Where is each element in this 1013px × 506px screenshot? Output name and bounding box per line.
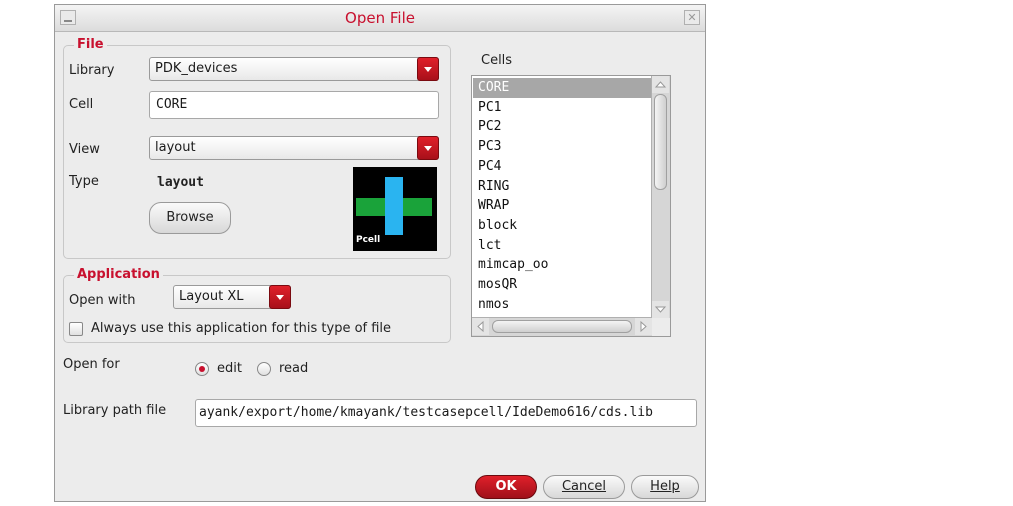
open-for-label: Open for bbox=[63, 357, 120, 372]
library-path-field[interactable]: ayank/export/home/kmayank/testcasepcell/… bbox=[195, 399, 697, 427]
ok-button[interactable]: OK bbox=[475, 475, 537, 499]
cells-label: Cells bbox=[481, 53, 513, 68]
pcell-preview: Pcell bbox=[353, 167, 437, 251]
window-title: Open File bbox=[345, 9, 415, 27]
list-item[interactable]: lct bbox=[473, 236, 651, 256]
list-item[interactable]: WRAP bbox=[473, 196, 651, 216]
vertical-scrollbar[interactable] bbox=[651, 76, 670, 318]
library-select[interactable]: PDK_devices bbox=[149, 57, 439, 81]
horizontal-scroll-thumb[interactable] bbox=[492, 320, 632, 333]
list-item[interactable]: mosQR bbox=[473, 275, 651, 295]
type-label: Type bbox=[69, 174, 99, 189]
help-label: Help bbox=[650, 479, 680, 494]
title-bar: Open File ✕ bbox=[55, 5, 705, 32]
edit-radio[interactable] bbox=[195, 362, 209, 376]
application-group-legend: Application bbox=[74, 267, 163, 282]
list-item[interactable]: block bbox=[473, 216, 651, 236]
list-item[interactable]: PC1 bbox=[473, 98, 651, 118]
list-item[interactable]: PC2 bbox=[473, 117, 651, 137]
cell-value: CORE bbox=[156, 97, 188, 112]
open-file-dialog: Open File ✕ File Library PDK_devices Cel… bbox=[54, 4, 706, 502]
scroll-left-icon[interactable] bbox=[472, 318, 489, 335]
read-radio[interactable] bbox=[257, 362, 271, 376]
vertical-scroll-thumb[interactable] bbox=[654, 94, 667, 190]
horizontal-scrollbar[interactable] bbox=[472, 317, 652, 336]
list-item[interactable]: CORE bbox=[473, 78, 651, 98]
type-value: layout bbox=[157, 175, 204, 190]
open-with-label: Open with bbox=[69, 293, 136, 308]
pcell-gate-shape bbox=[385, 177, 403, 235]
chevron-down-icon[interactable] bbox=[417, 136, 439, 160]
ok-label: OK bbox=[495, 479, 517, 494]
cell-input[interactable]: CORE bbox=[149, 91, 439, 119]
library-label: Library bbox=[69, 63, 115, 78]
chevron-down-icon[interactable] bbox=[417, 57, 439, 81]
scroll-down-icon[interactable] bbox=[652, 301, 669, 318]
chevron-down-icon[interactable] bbox=[269, 285, 291, 309]
always-use-label: Always use this application for this typ… bbox=[91, 321, 392, 336]
edit-radio-label: edit bbox=[217, 361, 242, 376]
cancel-button[interactable]: Cancel bbox=[543, 475, 625, 499]
cancel-label: Cancel bbox=[561, 479, 607, 494]
list-item[interactable]: nmos bbox=[473, 295, 651, 315]
read-radio-label: read bbox=[279, 361, 309, 376]
cells-list[interactable]: CORE PC1 PC2 PC3 PC4 RING WRAP block lct mimcap_o… bbox=[471, 75, 671, 337]
list-item[interactable]: PC4 bbox=[473, 157, 651, 177]
library-path-value: ayank/export/home/kmayank/testcasepcell/… bbox=[199, 405, 653, 420]
close-icon[interactable]: ✕ bbox=[684, 10, 700, 25]
open-with-value: Layout XL bbox=[179, 289, 244, 304]
list-item[interactable]: PC3 bbox=[473, 137, 651, 157]
library-path-label: Library path file bbox=[63, 403, 167, 418]
view-label: View bbox=[69, 142, 100, 157]
file-group-legend: File bbox=[74, 37, 107, 52]
always-use-checkbox[interactable] bbox=[69, 322, 83, 336]
view-select[interactable]: layout bbox=[149, 136, 439, 160]
pcell-label: Pcell bbox=[356, 235, 381, 245]
list-item[interactable]: mimcap_oo bbox=[473, 255, 651, 275]
browse-label: Browse bbox=[166, 210, 214, 225]
open-with-select[interactable]: Layout XL bbox=[173, 285, 291, 309]
browse-button[interactable]: Browse bbox=[149, 202, 231, 234]
list-item[interactable]: RING bbox=[473, 177, 651, 197]
library-value: PDK_devices bbox=[155, 61, 238, 76]
scroll-right-icon[interactable] bbox=[635, 318, 652, 335]
scroll-up-icon[interactable] bbox=[652, 76, 669, 93]
cell-label: Cell bbox=[69, 97, 94, 112]
help-button[interactable]: Help bbox=[631, 475, 699, 499]
scroll-corner bbox=[652, 318, 670, 336]
view-value: layout bbox=[155, 140, 196, 155]
